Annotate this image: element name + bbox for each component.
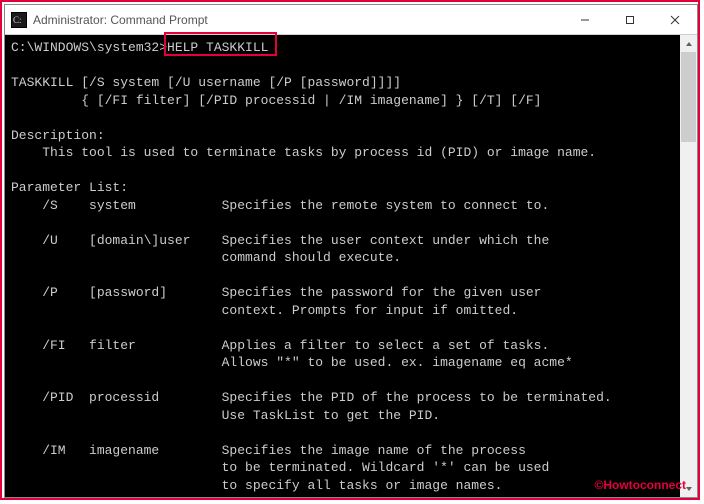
close-button[interactable] [652,5,697,35]
titlebar[interactable]: C: Administrator: Command Prompt [5,5,697,35]
annotation-outer-border: C: Administrator: Command Prompt C:\WIND… [0,0,700,500]
cmd-icon: C: [11,12,27,28]
scroll-thumb[interactable] [681,52,696,142]
svg-text:C:: C: [13,15,22,25]
cmd-window: C: Administrator: Command Prompt C:\WIND… [4,4,698,498]
scroll-track[interactable] [680,52,697,480]
minimize-button[interactable] [562,5,607,35]
scroll-up-arrow[interactable] [680,35,697,52]
vertical-scrollbar[interactable] [680,35,697,497]
scroll-down-arrow[interactable] [680,480,697,497]
terminal-output[interactable]: C:\WINDOWS\system32>HELP TASKKILL TASKKI… [5,35,680,497]
window-title: Administrator: Command Prompt [33,13,562,27]
maximize-button[interactable] [607,5,652,35]
content-area: C:\WINDOWS\system32>HELP TASKKILL TASKKI… [5,35,697,497]
